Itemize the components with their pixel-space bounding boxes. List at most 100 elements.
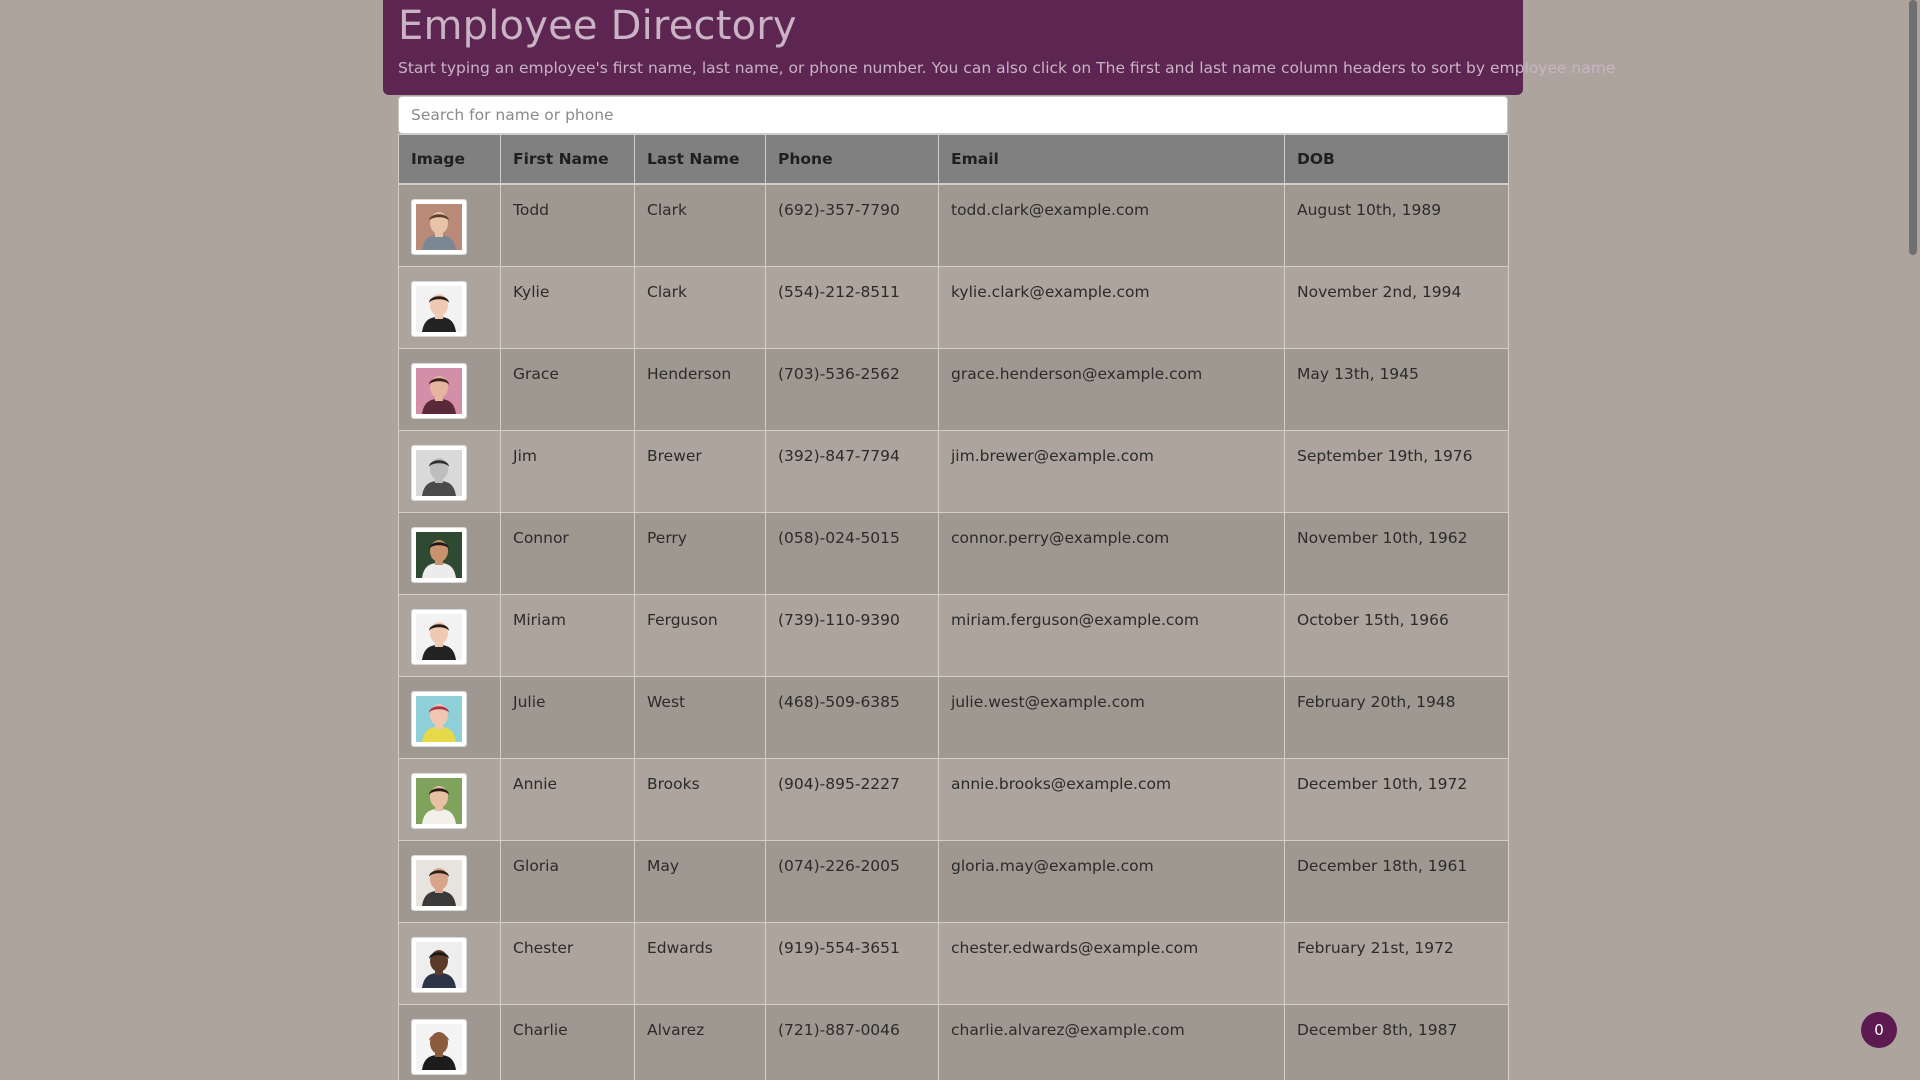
column-header-dob: DOB: [1284, 134, 1509, 185]
cell-first-name: Connor: [500, 511, 635, 595]
cell-last-name: Ferguson: [634, 593, 766, 677]
cell-phone: (692)-357-7790: [765, 183, 939, 267]
cell-image: [398, 921, 501, 1005]
cell-email: julie.west@example.com: [938, 675, 1285, 759]
cell-first-name: Charlie: [500, 1003, 635, 1080]
page-title: Employee Directory: [398, 3, 797, 49]
cell-email: gloria.may@example.com: [938, 839, 1285, 923]
page-subtitle: Start typing an employee's first name, l…: [398, 59, 1616, 77]
cell-email: connor.perry@example.com: [938, 511, 1285, 595]
avatar: [411, 772, 467, 829]
cell-dob: May 13th, 1945: [1284, 347, 1509, 431]
cell-phone: (554)-212-8511: [765, 265, 939, 349]
cell-first-name: Gloria: [500, 839, 635, 923]
cell-last-name: Brewer: [634, 429, 766, 513]
search-input[interactable]: [398, 96, 1508, 134]
cell-last-name: Perry: [634, 511, 766, 595]
employee-photo-icon: [416, 204, 462, 250]
cell-image: [398, 183, 501, 267]
employee-photo-icon: [416, 777, 462, 824]
cell-last-name: May: [634, 839, 766, 923]
avatar: [411, 936, 467, 993]
cell-last-name: West: [634, 675, 766, 759]
avatar: [411, 608, 467, 665]
cell-email: miriam.ferguson@example.com: [938, 593, 1285, 677]
table-row: Miriam Ferguson (739)-110-9390 miriam.fergu…: [398, 593, 1509, 677]
cell-image: [398, 839, 501, 923]
cell-image: [398, 347, 501, 431]
cell-phone: (058)-024-5015: [765, 511, 939, 595]
page-header: Employee Directory Start typing an emplo…: [383, 0, 1616, 95]
cell-first-name: Miriam: [500, 593, 635, 677]
column-header-email: Email: [938, 134, 1285, 185]
employee-photo-icon: [416, 367, 462, 414]
table-row: Kylie Clark (554)-212-8511 kylie.clark@exam…: [398, 265, 1509, 349]
cell-last-name: Brooks: [634, 757, 766, 841]
employee-photo-icon: [416, 449, 462, 496]
table-body: Todd Clark (692)-357-7790 todd.clark@exampl…: [398, 183, 1509, 1080]
table-row: Jim Brewer (392)-847-7794 jim.brewer@exampl…: [398, 429, 1509, 513]
cell-image: [398, 675, 501, 759]
cell-phone: (721)-887-0046: [765, 1003, 939, 1080]
cell-phone: (739)-110-9390: [765, 593, 939, 677]
cell-email: todd.clark@example.com: [938, 183, 1285, 267]
column-header-image: Image: [398, 134, 501, 185]
table-header-row: Image First Name Last Name Phone Email D…: [398, 134, 1509, 185]
employee-photo-icon: [416, 859, 462, 906]
cell-phone: (904)-895-2227: [765, 757, 939, 841]
cell-email: charlie.alvarez@example.com: [938, 1003, 1285, 1080]
avatar: [411, 199, 467, 255]
avatar: [411, 280, 467, 337]
avatar: [411, 526, 467, 583]
cell-first-name: Kylie: [500, 265, 635, 349]
cell-dob: December 8th, 1987: [1284, 1003, 1509, 1080]
cell-dob: December 18th, 1961: [1284, 839, 1509, 923]
cell-dob: September 19th, 1976: [1284, 429, 1509, 513]
page: Employee Directory Start typing an emplo…: [0, 0, 1920, 1080]
cell-first-name: Annie: [500, 757, 635, 841]
cell-first-name: Grace: [500, 347, 635, 431]
count-badge[interactable]: 0: [1861, 1012, 1897, 1048]
cell-phone: (392)-847-7794: [765, 429, 939, 513]
employee-table-container: Image First Name Last Name Phone Email D…: [398, 134, 1509, 1080]
cell-image: [398, 511, 501, 595]
table-row: Grace Henderson (703)-536-2562 grace.hender…: [398, 347, 1509, 431]
cell-image: [398, 1003, 501, 1080]
avatar: [411, 444, 467, 501]
cell-dob: November 10th, 1962: [1284, 511, 1509, 595]
scrollbar-thumb[interactable]: [1909, 0, 1917, 255]
cell-phone: (703)-536-2562: [765, 347, 939, 431]
cell-dob: October 15th, 1966: [1284, 593, 1509, 677]
cell-phone: (468)-509-6385: [765, 675, 939, 759]
cell-last-name: Henderson: [634, 347, 766, 431]
cell-phone: (074)-226-2005: [765, 839, 939, 923]
table-row: Todd Clark (692)-357-7790 todd.clark@exampl…: [398, 183, 1509, 267]
cell-dob: November 2nd, 1994: [1284, 265, 1509, 349]
cell-last-name: Clark: [634, 265, 766, 349]
avatar: [411, 362, 467, 419]
cell-phone: (919)-554-3651: [765, 921, 939, 1005]
cell-dob: December 10th, 1972: [1284, 757, 1509, 841]
cell-first-name: Julie: [500, 675, 635, 759]
cell-first-name: Jim: [500, 429, 635, 513]
cell-image: [398, 757, 501, 841]
avatar: [411, 690, 467, 747]
column-header-phone: Phone: [765, 134, 939, 185]
table-row: Connor Perry (058)-024-5015 connor.perry@ex…: [398, 511, 1509, 595]
table-row: Chester Edwards (919)-554-3651 chester.edwa…: [398, 921, 1509, 1005]
vertical-scrollbar[interactable]: [1905, 0, 1920, 1080]
column-header-first-name[interactable]: First Name: [500, 134, 635, 185]
table-row: Charlie Alvarez (721)-887-0046 charlie.alva…: [398, 1003, 1509, 1080]
column-header-last-name[interactable]: Last Name: [634, 134, 766, 185]
cell-dob: February 21st, 1972: [1284, 921, 1509, 1005]
employee-photo-icon: [416, 695, 462, 742]
employee-photo-icon: [416, 613, 462, 660]
avatar: [411, 1018, 467, 1075]
cell-dob: August 10th, 1989: [1284, 183, 1509, 267]
cell-image: [398, 593, 501, 677]
cell-email: jim.brewer@example.com: [938, 429, 1285, 513]
employee-photo-icon: [416, 285, 462, 332]
cell-image: [398, 265, 501, 349]
table-row: Annie Brooks (904)-895-2227 annie.brooks@ex…: [398, 757, 1509, 841]
cell-first-name: Chester: [500, 921, 635, 1005]
